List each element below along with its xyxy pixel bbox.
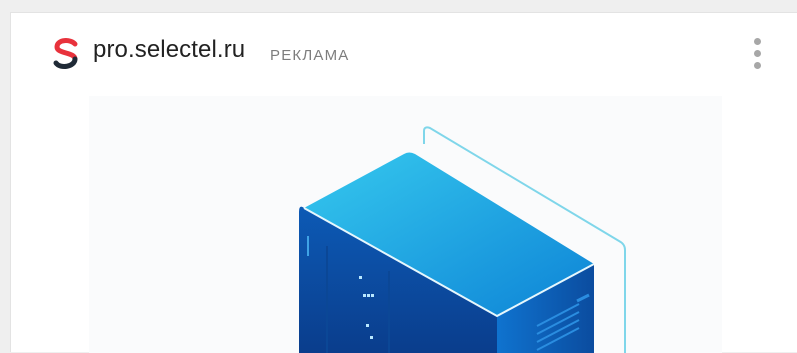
ad-label: РЕКЛАМА	[270, 47, 350, 64]
server-illustration-icon	[299, 126, 626, 353]
ad-header: pro.selectel.ru РЕКЛАМА	[11, 13, 797, 93]
more-options-button[interactable]	[744, 37, 772, 73]
ad-card[interactable]: pro.selectel.ru РЕКЛАМА	[10, 12, 797, 353]
menu-dot-icon	[754, 50, 761, 57]
menu-dot-icon	[754, 38, 761, 45]
ad-image[interactable]	[89, 96, 722, 353]
menu-dot-icon	[754, 62, 761, 69]
selectel-logo-icon[interactable]	[51, 37, 81, 71]
ad-domain-link[interactable]: pro.selectel.ru	[93, 36, 245, 64]
